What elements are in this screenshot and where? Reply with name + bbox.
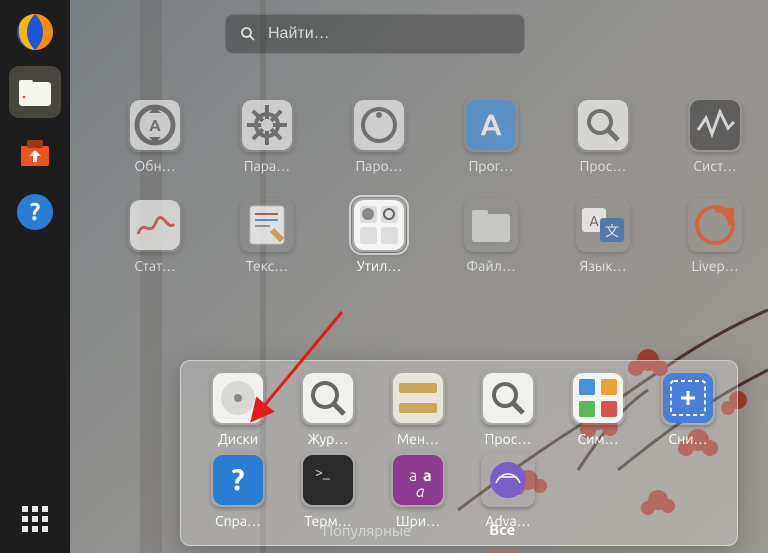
tab-frequent[interactable]: Популярные <box>319 514 416 553</box>
svg-text:>_: >_ <box>315 464 330 480</box>
viewer2-icon <box>481 371 535 425</box>
disks-icon <box>211 371 265 425</box>
svg-text:a: a <box>416 483 425 501</box>
file-mgr-icon <box>464 198 518 252</box>
ruler-icon <box>391 371 445 425</box>
dock-help[interactable]: ? <box>9 186 61 238</box>
sysmon-icon <box>688 98 742 152</box>
settings-icon <box>240 98 294 152</box>
app-disks[interactable]: Диски <box>195 371 281 447</box>
fonts-icon: aaa <box>391 453 445 507</box>
apps-row: AОбн…Пара…Паро…AПрог…Прос…Сист… <box>110 98 728 174</box>
app-label: Мен… <box>397 431 439 447</box>
app-logs[interactable]: Жур… <box>285 371 371 447</box>
power-stats-icon <box>128 198 182 252</box>
show-applications-button[interactable] <box>9 493 61 545</box>
terminal-icon: >_ <box>301 453 355 507</box>
app-label: Стат… <box>134 258 175 274</box>
app-viewer[interactable]: Прос… <box>558 98 648 174</box>
app-label: Файл… <box>466 258 516 274</box>
updates-icon: A <box>128 98 182 152</box>
viewer-icon <box>576 98 630 152</box>
app-label: Обн… <box>134 158 175 174</box>
passwords-icon <box>352 98 406 152</box>
app-screenshot[interactable]: Сни… <box>645 371 731 447</box>
app-sysmon[interactable]: Сист… <box>670 98 760 174</box>
charmap-icon <box>571 371 625 425</box>
app-power-stats[interactable]: Стат… <box>110 198 200 274</box>
app-label: Livep… <box>691 258 738 274</box>
app-label: Жур… <box>308 431 348 447</box>
app-livepatch[interactable]: Livep… <box>670 198 760 274</box>
search-bar[interactable] <box>225 14 525 54</box>
app-software-ctr[interactable]: A Прог… <box>446 98 536 174</box>
search-icon <box>240 26 256 42</box>
svg-text:A: A <box>589 213 598 229</box>
app-label: Утил… <box>357 258 402 274</box>
svg-text:A: A <box>480 107 501 141</box>
app-settings[interactable]: Пара… <box>222 98 312 174</box>
software-ctr-icon: A <box>464 98 518 152</box>
app-label: Пара… <box>244 158 290 174</box>
svg-text:?: ? <box>30 198 41 225</box>
app-text-editor[interactable]: Текс… <box>222 198 312 274</box>
app-label: Язык… <box>579 258 626 274</box>
app-label: Прос… <box>580 158 627 174</box>
app-file-mgr[interactable]: Файл… <box>446 198 536 274</box>
dock-firefox[interactable] <box>9 6 61 58</box>
svg-text:文: 文 <box>605 223 619 239</box>
dock-files[interactable] <box>9 66 61 118</box>
app-languages[interactable]: A文 Язык… <box>558 198 648 274</box>
svg-text:A: A <box>149 117 161 135</box>
app-label: Сни… <box>669 431 708 447</box>
app-label: Паро… <box>355 158 402 174</box>
help2-icon: ? <box>211 453 265 507</box>
view-tabs: Популярные Все <box>70 513 768 553</box>
svg-text:?: ? <box>231 462 244 496</box>
apps-grid-icon <box>19 503 51 535</box>
utilities-icon <box>352 198 406 252</box>
advanced-icon <box>481 453 535 507</box>
app-passwords[interactable]: Паро… <box>334 98 424 174</box>
tab-all[interactable]: Все <box>485 513 519 553</box>
livepatch-icon <box>688 198 742 252</box>
search-input[interactable] <box>268 25 510 43</box>
app-label: Сим… <box>578 431 619 447</box>
apps-row: Стат…Текс…Утил…Файл…A文Язык…Livep… <box>110 198 728 274</box>
text-editor-icon <box>240 198 294 252</box>
app-label: Сист… <box>693 158 736 174</box>
dock-software[interactable] <box>9 126 61 178</box>
app-viewer2[interactable]: Прос… <box>465 371 551 447</box>
dock: ? <box>0 0 70 553</box>
firefox-icon <box>13 10 57 54</box>
software-icon <box>13 130 57 174</box>
app-label: Прос… <box>485 431 532 447</box>
app-charmap[interactable]: Сим… <box>555 371 641 447</box>
app-label: Текс… <box>246 258 289 274</box>
files-icon <box>13 70 57 114</box>
screenshot-icon <box>661 371 715 425</box>
app-updates[interactable]: A Обн… <box>110 98 200 174</box>
help-icon: ? <box>13 190 57 234</box>
languages-icon: A文 <box>576 198 630 252</box>
app-ruler[interactable]: Мен… <box>375 371 461 447</box>
logs-icon <box>301 371 355 425</box>
app-label: Прог… <box>469 158 514 174</box>
app-label: Диски <box>218 431 258 447</box>
app-utilities[interactable]: Утил… <box>334 198 424 274</box>
applications-grid: A Обн… Пара… Паро… A Прог… Прос… Сист… Стат… Тек… <box>70 80 768 513</box>
